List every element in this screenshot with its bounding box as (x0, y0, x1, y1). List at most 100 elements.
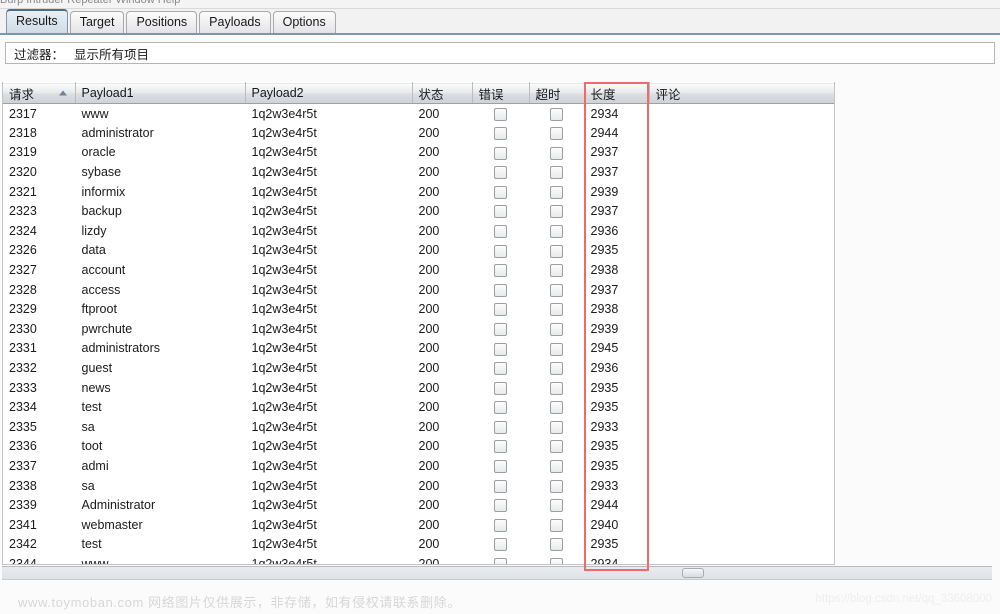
cell-error[interactable] (472, 417, 530, 437)
table-row[interactable]: 2338 sa 1q2w3e4r5t 200 2933 (3, 475, 834, 496)
error-checkbox[interactable] (494, 362, 507, 376)
cell-timeout[interactable] (529, 358, 585, 378)
cell-timeout[interactable] (529, 338, 585, 359)
cell-error[interactable] (472, 377, 530, 398)
timeout-checkbox[interactable] (550, 224, 563, 238)
timeout-checkbox[interactable] (550, 303, 563, 317)
cell-timeout[interactable] (529, 201, 585, 222)
cell-error[interactable] (472, 554, 530, 564)
cell-timeout[interactable] (529, 495, 585, 515)
column-header-payload1[interactable]: Payload1 (75, 82, 246, 104)
timeout-checkbox[interactable] (550, 244, 563, 258)
timeout-checkbox[interactable] (550, 499, 563, 513)
table-row[interactable]: 2334 test 1q2w3e4r5t 200 2935 (3, 397, 834, 417)
cell-timeout[interactable] (529, 162, 585, 182)
error-checkbox[interactable] (494, 303, 507, 317)
table-row[interactable]: 2323 backup 1q2w3e4r5t 200 2937 (3, 201, 834, 222)
tab-positions[interactable]: Positions (126, 11, 198, 33)
error-checkbox[interactable] (494, 126, 507, 140)
table-row[interactable]: 2335 sa 1q2w3e4r5t 200 2933 (3, 417, 834, 437)
cell-error[interactable] (472, 456, 530, 476)
error-checkbox[interactable] (494, 479, 507, 493)
cell-timeout[interactable] (529, 279, 585, 300)
cell-timeout[interactable] (529, 221, 585, 241)
timeout-checkbox[interactable] (550, 558, 563, 564)
cell-timeout[interactable] (529, 240, 585, 261)
cell-timeout[interactable] (529, 299, 585, 320)
error-checkbox[interactable] (494, 499, 507, 513)
horizontal-scrollbar-thumb[interactable] (682, 568, 704, 578)
error-checkbox[interactable] (494, 420, 507, 434)
table-row[interactable]: 2319 oracle 1q2w3e4r5t 200 2937 (3, 142, 834, 163)
column-header-length[interactable]: 长度 (584, 82, 650, 104)
error-checkbox[interactable] (494, 264, 507, 278)
timeout-checkbox[interactable] (550, 166, 563, 180)
timeout-checkbox[interactable] (550, 146, 563, 160)
cell-timeout[interactable] (529, 377, 585, 398)
cell-error[interactable] (472, 142, 530, 163)
timeout-checkbox[interactable] (550, 283, 563, 297)
error-checkbox[interactable] (494, 185, 507, 199)
cell-error[interactable] (472, 181, 530, 202)
error-checkbox[interactable] (494, 205, 507, 219)
table-row[interactable]: 2327 account 1q2w3e4r5t 200 2938 (3, 260, 834, 280)
cell-error[interactable] (472, 299, 530, 320)
cell-error[interactable] (472, 221, 530, 241)
cell-timeout[interactable] (529, 260, 585, 280)
error-checkbox[interactable] (494, 322, 507, 336)
cell-error[interactable] (472, 103, 530, 124)
timeout-checkbox[interactable] (550, 440, 563, 454)
error-checkbox[interactable] (494, 440, 507, 454)
timeout-checkbox[interactable] (550, 401, 563, 415)
table-row[interactable]: 2320 sybase 1q2w3e4r5t 200 2937 (3, 162, 834, 182)
timeout-checkbox[interactable] (550, 460, 563, 474)
error-checkbox[interactable] (494, 538, 507, 552)
cell-timeout[interactable] (529, 534, 585, 555)
table-row[interactable]: 2344 www 1q2w3e4r5t 200 2934 (3, 554, 834, 564)
cell-error[interactable] (472, 162, 530, 182)
column-header-timeout[interactable]: 超时 (529, 82, 585, 104)
column-header-error[interactable]: 错误 (472, 82, 530, 104)
timeout-checkbox[interactable] (550, 342, 563, 356)
tab-payloads[interactable]: Payloads (199, 11, 271, 33)
table-row[interactable]: 2337 admi 1q2w3e4r5t 200 2935 (3, 456, 834, 476)
timeout-checkbox[interactable] (550, 420, 563, 434)
column-header-request[interactable]: 请求 (3, 82, 76, 104)
table-row[interactable]: 2324 lizdy 1q2w3e4r5t 200 2936 (3, 221, 834, 241)
table-row[interactable]: 2330 pwrchute 1q2w3e4r5t 200 2939 (3, 319, 834, 339)
column-header-payload2[interactable]: Payload2 (245, 82, 413, 104)
timeout-checkbox[interactable] (550, 205, 563, 219)
error-checkbox[interactable] (494, 381, 507, 395)
error-checkbox[interactable] (494, 401, 507, 415)
tab-target[interactable]: Target (69, 11, 125, 33)
cell-error[interactable] (472, 319, 530, 339)
error-checkbox[interactable] (494, 166, 507, 180)
tab-options[interactable]: Options (272, 11, 336, 33)
column-header-comment[interactable]: 评论 (649, 82, 834, 104)
cell-timeout[interactable] (529, 397, 585, 417)
cell-timeout[interactable] (529, 554, 585, 564)
cell-timeout[interactable] (529, 319, 585, 339)
cell-error[interactable] (472, 475, 530, 496)
timeout-checkbox[interactable] (550, 538, 563, 552)
table-row[interactable]: 2326 data 1q2w3e4r5t 200 2935 (3, 240, 834, 261)
cell-timeout[interactable] (529, 181, 585, 202)
error-checkbox[interactable] (494, 224, 507, 238)
error-checkbox[interactable] (494, 342, 507, 356)
timeout-checkbox[interactable] (550, 322, 563, 336)
cell-error[interactable] (472, 534, 530, 555)
cell-error[interactable] (472, 358, 530, 378)
window-menu-bar[interactable]: Burp Intruder Repeater Window Help (0, 0, 1000, 9)
results-table-container[interactable]: 请求 Payload1 Payload2 状态 错误 超时 长度 评论 2317… (2, 82, 835, 565)
table-row[interactable]: 2332 guest 1q2w3e4r5t 200 2936 (3, 358, 834, 378)
timeout-checkbox[interactable] (550, 185, 563, 199)
cell-error[interactable] (472, 436, 530, 457)
error-checkbox[interactable] (494, 460, 507, 474)
cell-error[interactable] (472, 201, 530, 222)
cell-timeout[interactable] (529, 436, 585, 457)
timeout-checkbox[interactable] (550, 479, 563, 493)
timeout-checkbox[interactable] (550, 107, 563, 121)
table-row[interactable]: 2333 news 1q2w3e4r5t 200 2935 (3, 377, 834, 398)
cell-timeout[interactable] (529, 417, 585, 437)
timeout-checkbox[interactable] (550, 518, 563, 532)
